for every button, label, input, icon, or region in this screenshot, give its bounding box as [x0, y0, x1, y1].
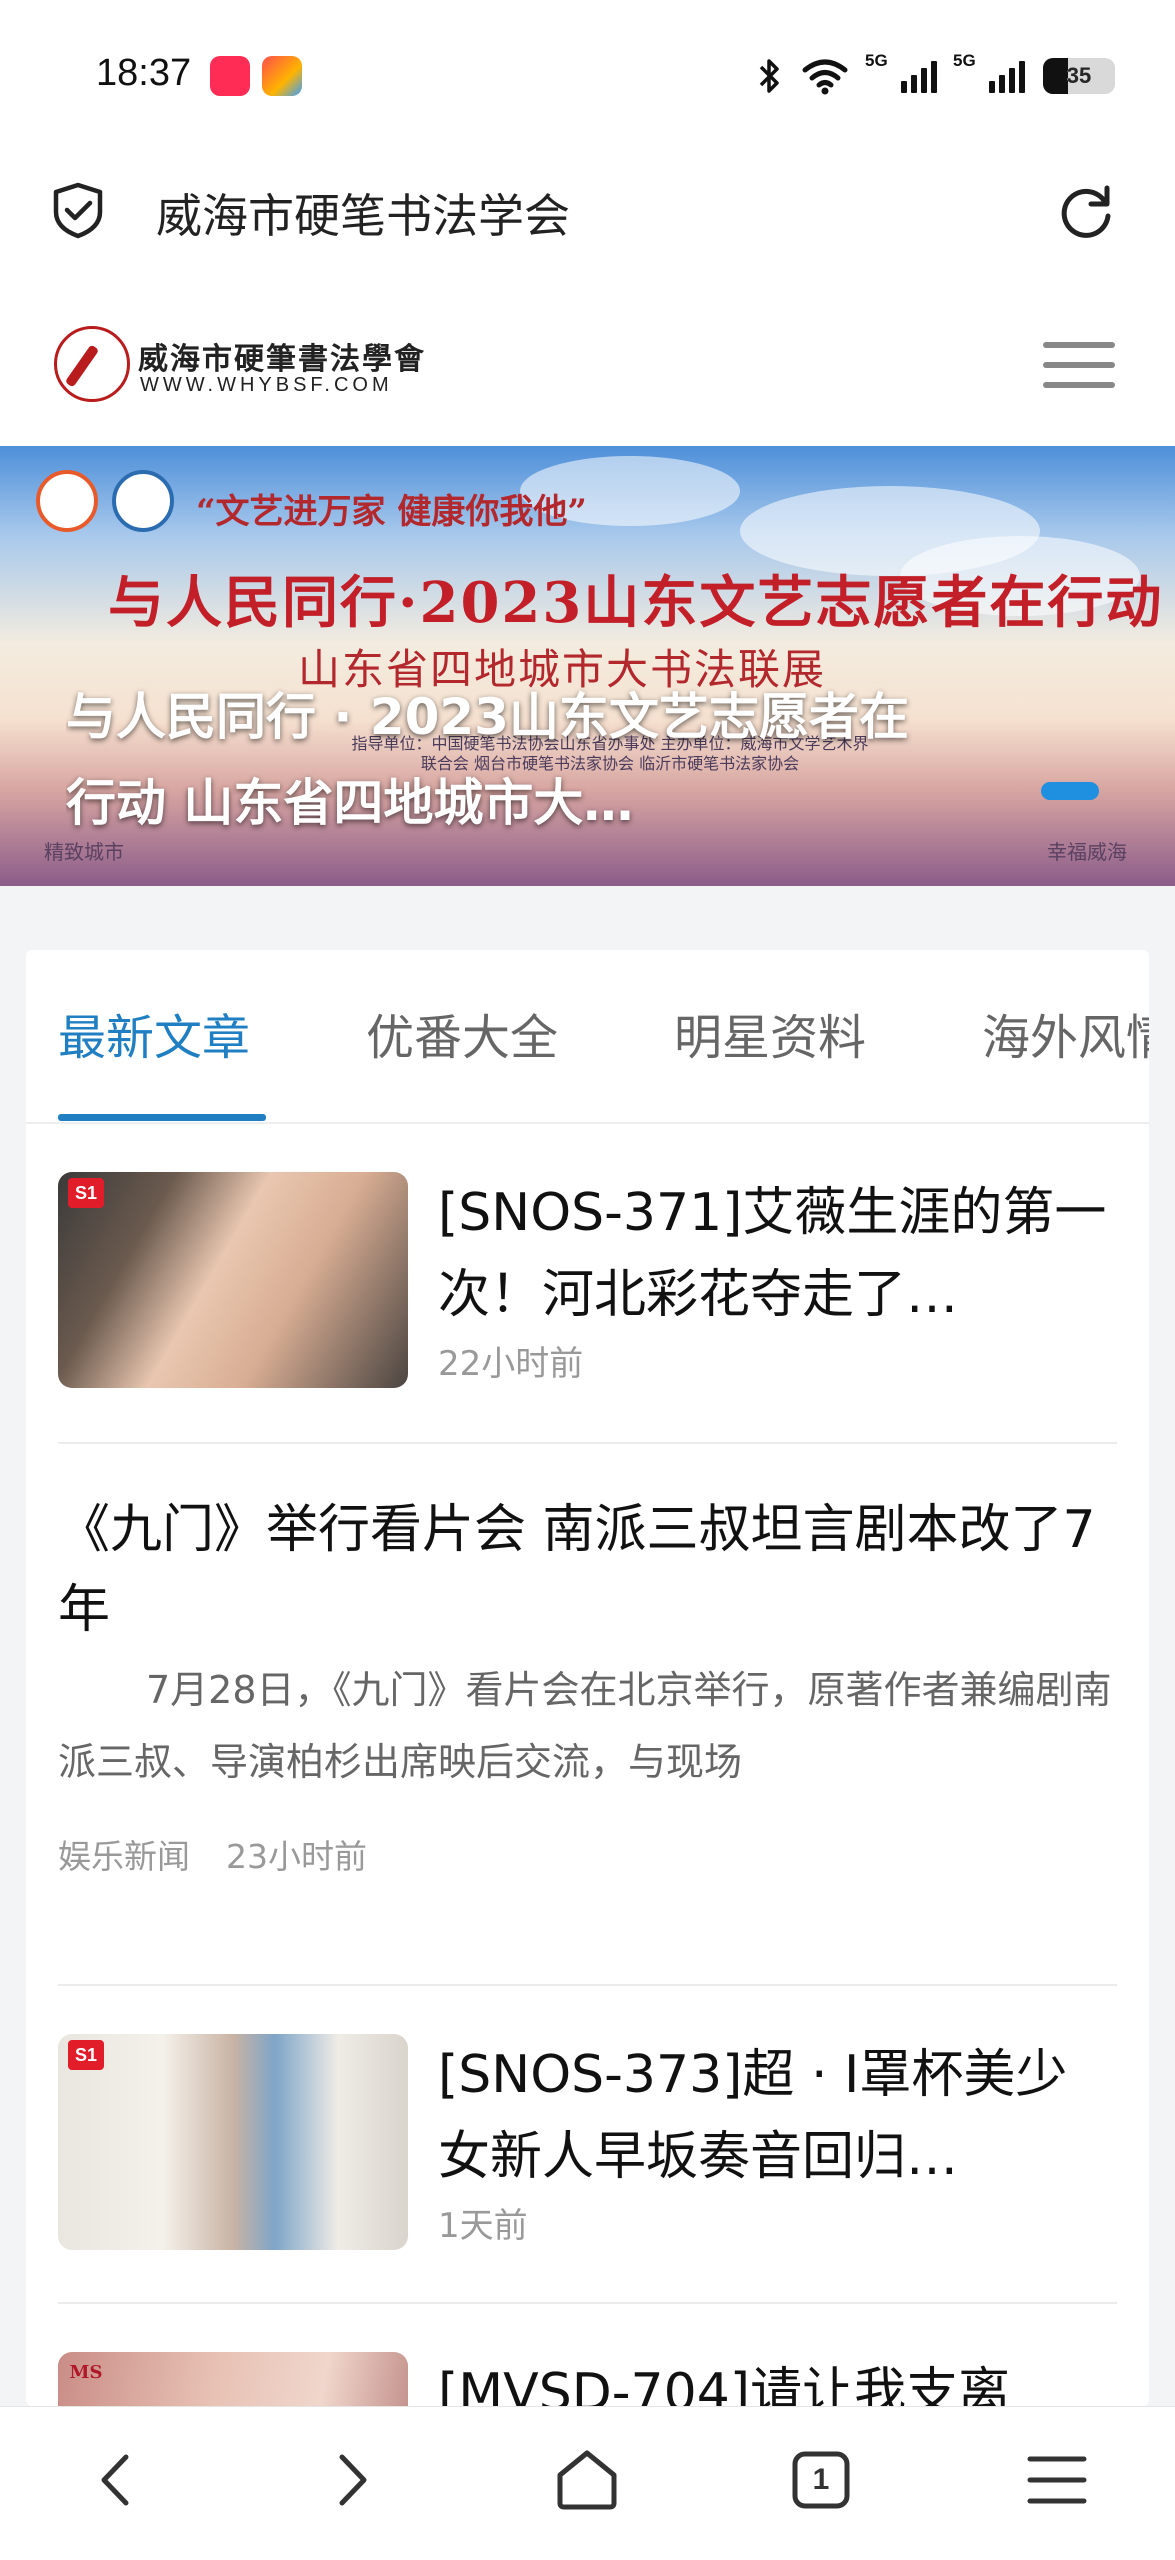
site-header: 威海市硬筆書法學會 WWW.WHYBSF.COM	[0, 270, 1175, 446]
list-item[interactable]: MS [MVSD-704]请让我支离	[58, 2352, 1117, 2406]
list-item[interactable]: S1 [SNOS-371]艾薇生涯的第一次！河北彩花夺走了… 22小时前	[58, 1172, 1117, 1388]
banner-logo-icon	[36, 470, 98, 532]
back-icon[interactable]	[74, 2437, 160, 2523]
divider	[58, 1984, 1117, 1986]
bluetooth-icon	[759, 59, 779, 93]
article-category[interactable]: 娱乐新闻	[58, 1837, 190, 1876]
wifi-icon	[802, 59, 848, 95]
divider	[58, 1442, 1117, 1444]
tab-celebrities[interactable]: 明星资料	[674, 998, 866, 1068]
site-name[interactable]: 威海市硬筆書法學會	[138, 334, 426, 378]
divider	[58, 2302, 1117, 2304]
article-meta: 娱乐新闻 23小时前	[58, 1830, 367, 1878]
studio-badge: S1	[68, 2040, 104, 2070]
hero-banner[interactable]: “文艺进万家 健康你我他” 与人民同行·2023山东文艺志愿者在行动 山东省四地…	[0, 446, 1175, 886]
5g-signal-icon: 5G	[865, 51, 937, 93]
article-thumbnail[interactable]: MS	[58, 2352, 408, 2406]
list-item[interactable]: S1 [SNOS-373]超 · I罩杯美少女新人早坂奏音回归… 1天前	[58, 2034, 1117, 2250]
article-thumbnail[interactable]: S1	[58, 2034, 408, 2250]
home-icon[interactable]	[544, 2437, 630, 2523]
browser-bottom-nav: 1	[0, 2406, 1175, 2560]
article-summary[interactable]: 7月28日，《九门》看片会在北京举行，原著作者兼编剧南派三叔、导演柏杉出席映后交…	[58, 1654, 1117, 1798]
hamburger-menu-icon[interactable]	[1043, 342, 1115, 390]
status-indicators: 5G 5G 35	[757, 51, 1115, 100]
article-title[interactable]: [SNOS-371]艾薇生涯的第一次！河北彩花夺走了…	[438, 1172, 1118, 1336]
kuaishou-icon	[262, 56, 302, 96]
article-time: 22小时前	[438, 1344, 584, 1384]
category-tabs: 最新文章 优番大全 明星资料 海外风情	[26, 950, 1149, 1124]
tab-count: 1	[812, 2463, 830, 2496]
status-bar: 18:37 5G 5G 35	[0, 0, 1175, 150]
article-title[interactable]: [SNOS-373]超 · I罩杯美少女新人早坂奏音回归…	[438, 2034, 1118, 2198]
tab-collections[interactable]: 优番大全	[366, 998, 558, 1068]
reload-icon[interactable]	[1055, 180, 1117, 242]
carousel-indicator[interactable]	[1041, 782, 1099, 800]
article-title[interactable]: 《九门》举行看片会 南派三叔坦言剧本改了7年	[58, 1490, 1117, 1650]
banner-corner-right: 幸福威海	[1047, 840, 1127, 864]
forward-icon[interactable]	[308, 2437, 394, 2523]
shield-check-icon[interactable]	[48, 180, 108, 240]
site-logo-icon[interactable]	[54, 326, 130, 402]
address-title[interactable]: 威海市硬笔书法学会	[156, 180, 570, 246]
address-bar: 威海市硬笔书法学会	[0, 150, 1175, 270]
article-title[interactable]: [MVSD-704]请让我支离	[438, 2352, 1118, 2406]
banner-headline: 与人民同行·2023山东文艺志愿者在行动	[108, 570, 1164, 636]
banner-caption[interactable]: 与人民同行 · 2023山东文艺志愿者在行动 山东省四地城市大…	[66, 674, 926, 846]
banner-peacock-logo-icon	[112, 470, 174, 532]
studio-badge: MS	[69, 2362, 103, 2383]
article-time: 23小时前	[226, 1837, 367, 1876]
article-time: 1天前	[438, 2206, 528, 2246]
douyin-icon	[210, 56, 250, 96]
tab-overseas[interactable]: 海外风情	[982, 998, 1149, 1068]
banner-slogan: “文艺进万家 健康你我他”	[196, 492, 587, 532]
battery-icon: 35	[1043, 58, 1115, 94]
article-feed: 最新文章 优番大全 明星资料 海外风情 S1 [SNOS-371]艾薇生涯的第一…	[26, 950, 1149, 2406]
menu-icon[interactable]	[1014, 2437, 1100, 2523]
tabs-icon[interactable]: 1	[778, 2437, 864, 2523]
tab-latest[interactable]: 最新文章	[58, 998, 250, 1068]
active-tab-indicator	[58, 1114, 266, 1121]
5g-signal-icon: 5G	[953, 51, 1025, 93]
article-thumbnail[interactable]: S1	[58, 1172, 408, 1388]
studio-badge: S1	[68, 1178, 104, 1208]
site-url: WWW.WHYBSF.COM	[140, 374, 393, 396]
status-time: 18:37	[96, 52, 192, 94]
